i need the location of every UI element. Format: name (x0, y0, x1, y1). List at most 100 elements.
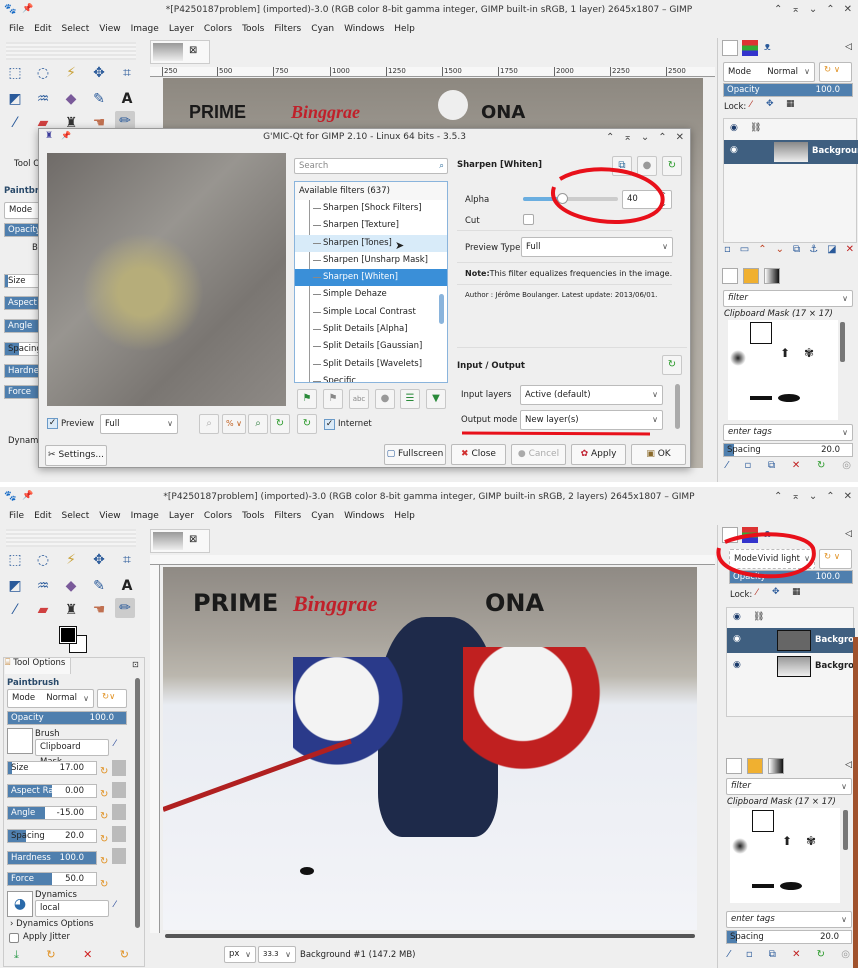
brush-spacing-slider[interactable]: Spacing 20.0 (723, 443, 853, 457)
maximize-button[interactable]: ⌃ (826, 0, 834, 20)
layer-opacity-slider[interactable]: Opacity 100.0 (723, 83, 853, 97)
link-angle-icon[interactable] (112, 804, 126, 820)
crop-icon[interactable]: ⌗ (117, 63, 137, 83)
fullscreen-button[interactable]: ▢ Fullscreen (384, 444, 446, 465)
brush-ellipse[interactable] (778, 394, 800, 402)
angle-slider[interactable]: Angle -15.00 (7, 806, 97, 820)
keep-above-button[interactable]: ⌃ (774, 487, 782, 507)
delete-brush-icon[interactable]: ✕ (792, 460, 800, 471)
transform-icon[interactable]: ◩ (5, 576, 25, 596)
minimize-button[interactable]: ⌄ (809, 487, 817, 507)
dynamics-options-expander[interactable]: Dynam (8, 436, 38, 446)
layer-mode-select[interactable]: Mode Vivid light ∨ (729, 549, 815, 569)
visibility-eye-icon[interactable]: ◉ (733, 660, 741, 670)
lock-position-icon[interactable]: ✥ (766, 99, 774, 109)
menu-windows[interactable]: Windows (339, 20, 389, 38)
bucket-icon[interactable]: ◆ (61, 576, 81, 596)
force-slider[interactable]: Force 50.0 (7, 872, 97, 886)
layer-name[interactable]: Background (815, 661, 858, 671)
menu-help[interactable]: Help (389, 507, 420, 525)
link-hardness-icon[interactable] (112, 848, 126, 864)
horizontal-scrollbar[interactable] (165, 934, 695, 938)
maximize-button[interactable]: ⌃ (658, 129, 666, 146)
mode-reset-select[interactable]: ↻∨ (97, 689, 127, 708)
preview-image[interactable] (47, 153, 286, 406)
color-picker-icon[interactable]: ⁄ (5, 113, 25, 133)
smudge-icon[interactable]: ☚ (89, 600, 109, 620)
canvas-image[interactable]: PRIME Binggrae ONA (163, 567, 697, 930)
dock-menu-icon[interactable]: ◁ (845, 529, 852, 539)
shade-button[interactable]: ⌅ (791, 487, 799, 507)
close-tab-icon[interactable]: ⊠ (189, 534, 197, 545)
reset-options-icon[interactable]: ↻ (120, 948, 129, 962)
brush-spacing-slider[interactable]: Spacing 20.0 (726, 930, 852, 944)
brush-fuzzy[interactable] (730, 350, 746, 366)
menu-file[interactable]: File (4, 507, 29, 525)
paths-icon[interactable]: ✎ (89, 89, 109, 109)
lock-pixels-icon[interactable]: ⁄ (750, 100, 752, 110)
visibility-button[interactable]: ● (375, 389, 395, 409)
dock-menu-icon[interactable]: ◁ (845, 760, 852, 770)
pin-icon[interactable]: 📌 (22, 4, 33, 14)
new-group-icon[interactable]: ▭ (740, 244, 749, 255)
fuzzy-select-icon[interactable]: ⚡ (61, 63, 81, 83)
open-as-image-icon[interactable]: ◎ (842, 460, 851, 471)
brush-square[interactable] (752, 810, 774, 832)
crop-icon[interactable]: ⌗ (117, 550, 137, 570)
menu-select[interactable]: Select (57, 507, 95, 525)
menu-cyan[interactable]: Cyan (306, 20, 339, 38)
menu-image[interactable]: Image (126, 507, 164, 525)
mask-icon[interactable]: ◪ (827, 244, 836, 255)
lower-icon[interactable]: ⌄ (776, 244, 784, 255)
zoom-select[interactable]: 33.3 ∨ (258, 946, 296, 963)
tool-options-tab[interactable]: ⌸ Tool Options (5, 658, 71, 674)
patterns-tab[interactable] (747, 758, 763, 774)
alpha-spinbox[interactable]: 40 ⌃ ⌄ (622, 190, 672, 209)
menu-help[interactable]: Help (389, 20, 420, 38)
search-icon[interactable]: ⌕ (439, 159, 444, 174)
menu-edit[interactable]: Edit (29, 20, 56, 38)
filter-list-scrollbar[interactable] (439, 294, 444, 324)
warp-icon[interactable]: ♒ (33, 576, 53, 596)
foreground-color-swatch[interactable] (59, 626, 77, 644)
aspect-ratio-slider[interactable]: Aspect Ratio 0.00 (7, 784, 97, 798)
lasso-icon[interactable]: ◌ (33, 550, 53, 570)
menu-view[interactable]: View (94, 507, 125, 525)
alpha-slider[interactable] (523, 193, 618, 204)
menu-select[interactable]: Select (57, 20, 95, 38)
dynamics-preview[interactable]: ◕ (7, 891, 33, 917)
brush-grid[interactable]: ⬆ ✾ (728, 320, 838, 420)
close-button[interactable]: ✕ (676, 129, 684, 146)
shade-button[interactable]: ⌅ (791, 0, 799, 20)
copy-command-button[interactable]: ⧉ (612, 156, 632, 176)
tool-options-scrollbar[interactable] (135, 678, 140, 928)
move-icon[interactable]: ✥ (89, 550, 109, 570)
mode-reset-select[interactable]: ↻ ∨ (819, 62, 852, 82)
save-options-icon[interactable]: ⤓ (14, 948, 19, 962)
pin-icon[interactable]: 📌 (22, 491, 33, 501)
filter-search-input[interactable]: Search ⌕ (294, 158, 448, 174)
refresh-brushes-icon[interactable]: ↻ (817, 949, 825, 960)
io-scrollbar[interactable] (675, 384, 680, 429)
close-dialog-button[interactable]: ✖ Close (451, 444, 506, 465)
lock-position-icon[interactable]: ✥ (772, 587, 780, 597)
brushes-tab[interactable] (722, 268, 738, 284)
move-icon[interactable]: ✥ (89, 63, 109, 83)
transform-icon[interactable]: ◩ (5, 89, 25, 109)
restore-options-icon[interactable]: ↻ (46, 948, 55, 962)
brush-ellipse[interactable] (780, 882, 802, 890)
color-picker-icon[interactable]: ⁄ (5, 600, 25, 620)
paintbrush-icon[interactable]: ✏ (115, 598, 135, 618)
menu-cyan[interactable]: Cyan (306, 507, 339, 525)
text-tool-icon[interactable]: A (117, 89, 137, 109)
rename-fave-button[interactable]: abc (349, 389, 369, 409)
layer-mode-select[interactable]: Mode Normal ∨ (723, 62, 815, 82)
brush-grid[interactable]: ⬆ ✾ (730, 808, 840, 903)
menu-view[interactable]: View (94, 20, 125, 38)
bucket-icon[interactable]: ◆ (61, 89, 81, 109)
new-brush-icon[interactable]: ▫ (744, 460, 751, 471)
close-tab-icon[interactable]: ⊠ (189, 45, 197, 56)
layer-name[interactable]: Background (812, 146, 858, 156)
minimize-button[interactable]: ⌄ (641, 129, 649, 146)
shade-button[interactable]: ⌅ (623, 129, 631, 146)
